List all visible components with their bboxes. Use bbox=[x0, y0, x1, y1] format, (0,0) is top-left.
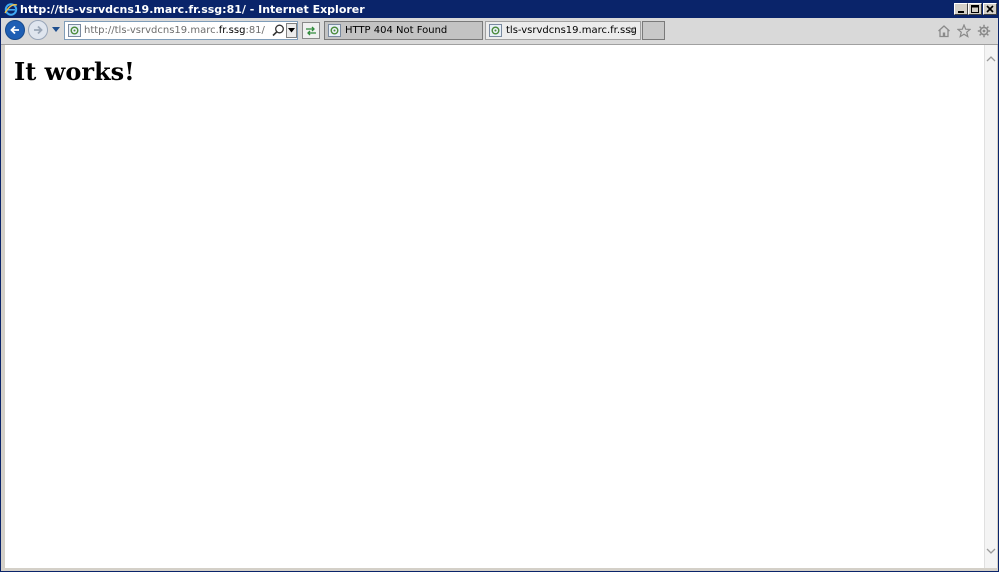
browser-window: http://tls-vsrvdcns19.marc.fr.ssg:81/ - … bbox=[0, 0, 999, 572]
compatibility-view-icon bbox=[306, 26, 316, 36]
page-icon bbox=[489, 24, 502, 37]
address-url: http://tls-vsrvdcns19.marc.fr.ssg:81/ bbox=[84, 25, 265, 36]
title-bar: http://tls-vsrvdcns19.marc.fr.ssg:81/ - … bbox=[1, 1, 998, 18]
maximize-button[interactable] bbox=[968, 3, 982, 15]
tab-close-icon[interactable]: × bbox=[627, 23, 637, 37]
new-tab-button[interactable] bbox=[642, 21, 665, 40]
page-heading: It works! bbox=[14, 57, 135, 86]
vertical-scrollbar[interactable] bbox=[984, 45, 997, 568]
chevron-down-icon[interactable] bbox=[52, 27, 60, 33]
navigation-toolbar: http://tls-vsrvdcns19.marc.fr.ssg:81/ HT… bbox=[1, 18, 998, 45]
back-button[interactable] bbox=[5, 20, 25, 40]
scroll-up-icon[interactable] bbox=[986, 55, 996, 63]
back-arrow-icon bbox=[10, 25, 19, 35]
forward-arrow-icon bbox=[34, 25, 43, 35]
chevron-down-icon bbox=[288, 28, 295, 33]
maximize-icon bbox=[971, 5, 979, 13]
tab-label: tls-vsrvdcns19.marc.fr.ssg bbox=[506, 25, 637, 36]
ie-logo-icon bbox=[4, 3, 18, 16]
page-viewport: It works! bbox=[5, 45, 984, 568]
page-icon bbox=[68, 24, 81, 37]
gear-icon[interactable] bbox=[977, 24, 991, 38]
home-icon[interactable] bbox=[937, 24, 951, 38]
minimize-icon bbox=[958, 11, 964, 13]
page-icon bbox=[328, 24, 341, 37]
address-bar[interactable]: http://tls-vsrvdcns19.marc.fr.ssg:81/ bbox=[64, 21, 298, 40]
minimize-button[interactable] bbox=[954, 3, 968, 15]
star-icon[interactable] bbox=[957, 24, 971, 38]
address-dropdown-button[interactable] bbox=[286, 23, 297, 38]
forward-button[interactable] bbox=[28, 20, 48, 40]
window-title: http://tls-vsrvdcns19.marc.fr.ssg:81/ - … bbox=[20, 3, 365, 16]
scroll-down-icon[interactable] bbox=[986, 547, 996, 555]
search-icon[interactable] bbox=[272, 24, 285, 37]
close-button[interactable] bbox=[983, 3, 997, 15]
tab-http-404[interactable]: HTTP 404 Not Found bbox=[324, 21, 483, 40]
tab-tls-vsrvdcns19[interactable]: tls-vsrvdcns19.marc.fr.ssg × bbox=[485, 21, 641, 40]
close-icon bbox=[986, 5, 994, 13]
tab-label: HTTP 404 Not Found bbox=[345, 25, 448, 36]
compatibility-view-button[interactable] bbox=[302, 22, 320, 39]
